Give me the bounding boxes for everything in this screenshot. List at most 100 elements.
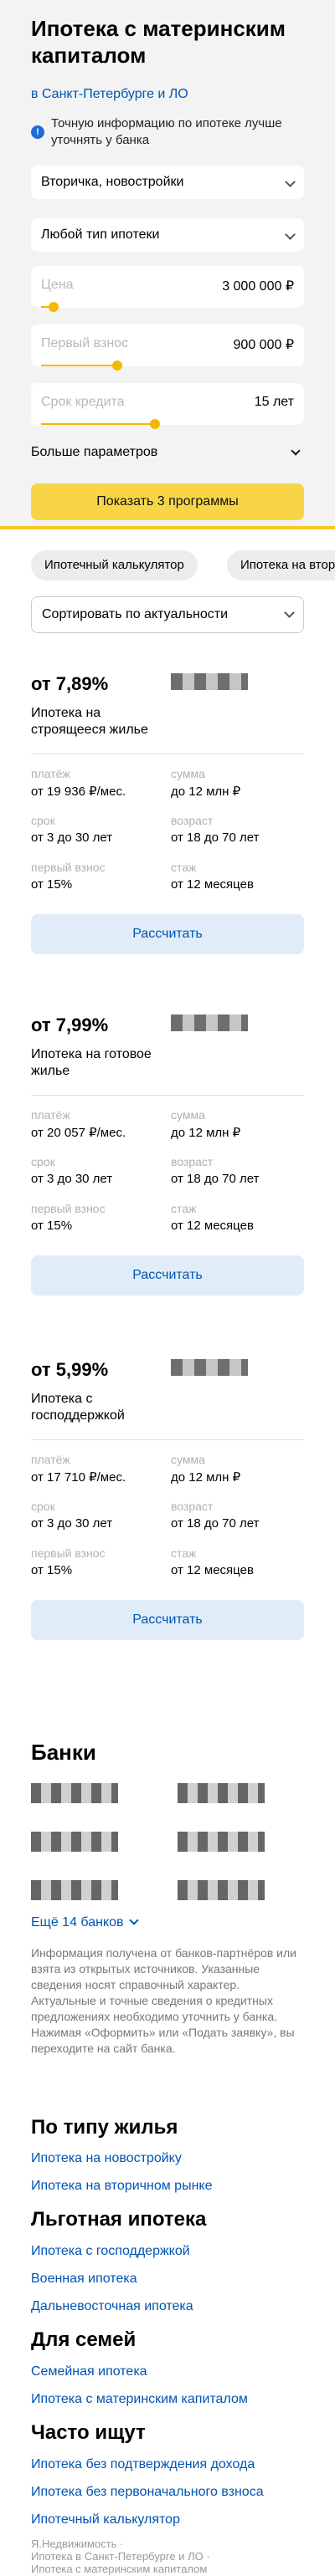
bank-logo[interactable]	[31, 1880, 118, 1900]
section-title: По типу жилья	[31, 2116, 178, 2139]
param-payment: платёж от 20 057 ₽/мес.	[31, 1108, 126, 1140]
info-text: Точную информацию по ипотеке лучше уточн…	[51, 116, 282, 147]
link-new-buildings[interactable]: Ипотека на новостройку	[31, 2151, 182, 2166]
banks-title: Банки	[31, 1740, 96, 1765]
chevron-down-icon	[285, 176, 296, 187]
breadcrumb-item: Ипотека с материнским капиталом	[31, 2563, 208, 2575]
divider	[31, 1095, 304, 1096]
param-term: срок от 3 до 30 лет	[31, 1500, 113, 1531]
chevron-down-icon	[285, 229, 296, 240]
program-rate: от 5,99%	[31, 1359, 109, 1380]
property-type-select[interactable]: Вторичка, новостройки	[31, 166, 304, 199]
price-value: 3 000 000 ₽	[222, 279, 294, 294]
chevron-down-icon	[284, 607, 295, 618]
link-calculator[interactable]: Ипотечный калькулятор	[31, 2512, 180, 2527]
divider	[0, 526, 335, 529]
bank-logo[interactable]	[178, 1880, 265, 1900]
mortgage-type-value: Любой тип ипотеки	[41, 227, 160, 242]
param-term: срок от 3 до 30 лет	[31, 1155, 113, 1186]
param-age: возраст от 18 до 70 лет	[171, 1500, 260, 1531]
program-card: от 5,99% Ипотека с господдержкой платёж о…	[31, 1359, 304, 1640]
param-down-payment: первый взнос от 15%	[31, 1546, 106, 1577]
link-no-income-proof[interactable]: Ипотека без подтверждения дохода	[31, 2457, 255, 2472]
link-secondary-market[interactable]: Ипотека на вторичном рынке	[31, 2179, 213, 2194]
term-value: 15 лет	[254, 395, 294, 409]
bank-logo[interactable]	[31, 1783, 118, 1803]
disclaimer: Информация получена от банков-партнёров …	[31, 1946, 296, 2055]
param-experience: стаж от 12 месяцев	[171, 1546, 254, 1577]
section-title: Для семей	[31, 2328, 137, 2351]
region-link[interactable]: в Санкт-Петербурге и ЛО	[31, 87, 188, 102]
program-rate: от 7,99%	[31, 1015, 109, 1035]
program-rate: от 7,89%	[31, 673, 109, 694]
param-amount: сумма до 12 млн ₽	[171, 767, 241, 799]
param-payment: платёж от 17 710 ₽/мес.	[31, 1453, 126, 1485]
down-payment-slider-handle[interactable]	[111, 360, 122, 371]
term-slider-fill	[41, 423, 155, 425]
term-field[interactable]: Срок кредита 15 лет	[31, 383, 304, 429]
param-down-payment: первый взнос от 15%	[31, 1202, 106, 1233]
link-state-support[interactable]: Ипотека с господдержкой	[31, 2244, 190, 2259]
down-payment-value: 900 000 ₽	[233, 338, 294, 352]
sort-select[interactable]: Сортировать по актуальности	[31, 596, 304, 633]
term-label: Срок кредита	[41, 395, 125, 409]
price-label: Цена	[41, 278, 74, 292]
section-title: Льготная ипотека	[31, 2208, 207, 2231]
bank-logo	[171, 1359, 248, 1376]
calculate-button[interactable]: Рассчитать	[31, 1600, 304, 1640]
down-payment-field[interactable]: Первый взнос 900 000 ₽	[31, 325, 304, 371]
bank-logo[interactable]	[178, 1783, 265, 1803]
chevron-down-icon	[128, 1915, 139, 1925]
bank-logo	[171, 1015, 248, 1031]
calculate-button[interactable]: Рассчитать	[31, 1255, 304, 1296]
info-icon: !	[31, 125, 44, 139]
param-payment: платёж от 19 936 ₽/мес.	[31, 767, 126, 799]
show-programs-button[interactable]: Показать 3 программы	[31, 483, 304, 520]
program-name[interactable]: Ипотека на готовое жилье	[31, 1046, 165, 1080]
link-far-east[interactable]: Дальневосточная ипотека	[31, 2299, 193, 2314]
param-amount: сумма до 12 млн ₽	[171, 1108, 241, 1140]
chip-secondary-housing[interactable]: Ипотека на вторичное жильё	[227, 550, 335, 580]
more-banks-link[interactable]: Ещё 14 банков	[31, 1915, 139, 1930]
bank-logo[interactable]	[31, 1832, 118, 1852]
quick-links: Ипотечный калькулятор Ипотека на вторичн…	[31, 550, 335, 580]
param-down-payment: первый взнос от 15%	[31, 861, 106, 892]
breadcrumb-item[interactable]: Ипотека в Санкт-Петербурге и ЛО ·	[31, 2550, 210, 2563]
param-experience: стаж от 12 месяцев	[171, 861, 254, 892]
section-title: Часто ищут	[31, 2421, 146, 2444]
more-params-label: Больше параметров	[31, 445, 158, 459]
program-card: от 7,99% Ипотека на готовое жилье платёж…	[31, 1015, 304, 1296]
breadcrumb-item[interactable]: Я.Недвижимость ·	[31, 2538, 123, 2550]
sort-value: Сортировать по актуальности	[42, 607, 229, 621]
link-military[interactable]: Военная ипотека	[31, 2272, 137, 2287]
down-payment-label: Первый взнос	[41, 336, 129, 350]
link-maternity-capital[interactable]: Ипотека с материнским капиталом	[31, 2392, 248, 2407]
down-payment-slider[interactable]	[41, 360, 294, 371]
chip-mortgage-calculator[interactable]: Ипотечный калькулятор	[31, 550, 198, 580]
param-amount: сумма до 12 млн ₽	[171, 1453, 241, 1485]
param-experience: стаж от 12 месяцев	[171, 1202, 254, 1233]
term-slider[interactable]	[41, 419, 294, 429]
program-name[interactable]: Ипотека с господдержкой	[31, 1391, 165, 1424]
filters-panel: Ипотека с материнским капиталом в Санкт-…	[0, 0, 335, 529]
price-field[interactable]: Цена 3 000 000 ₽	[31, 266, 304, 312]
bank-logo[interactable]	[178, 1832, 265, 1852]
down-payment-slider-fill	[41, 365, 117, 366]
link-family[interactable]: Семейная ипотека	[31, 2364, 147, 2379]
price-slider-handle[interactable]	[49, 302, 59, 312]
property-type-value: Вторичка, новостройки	[41, 175, 184, 189]
page-title: Ипотека с материнским капиталом	[31, 16, 286, 68]
divider	[31, 1439, 304, 1440]
mortgage-type-select[interactable]: Любой тип ипотеки	[31, 218, 304, 252]
program-name[interactable]: Ипотека на строящееся жилье	[31, 705, 165, 739]
calculate-button[interactable]: Рассчитать	[31, 914, 304, 954]
more-banks-label: Ещё 14 банков	[31, 1915, 124, 1929]
more-params-toggle[interactable]: Больше параметров	[31, 445, 304, 460]
param-age: возраст от 18 до 70 лет	[171, 1155, 260, 1186]
bank-logo	[171, 673, 248, 690]
link-no-down-payment[interactable]: Ипотека без первоначального взноса	[31, 2485, 264, 2500]
param-age: возраст от 18 до 70 лет	[171, 814, 260, 845]
term-slider-handle[interactable]	[149, 419, 160, 429]
program-card: от 7,89% Ипотека на строящееся жилье пла…	[31, 673, 304, 954]
price-slider[interactable]	[41, 302, 294, 312]
